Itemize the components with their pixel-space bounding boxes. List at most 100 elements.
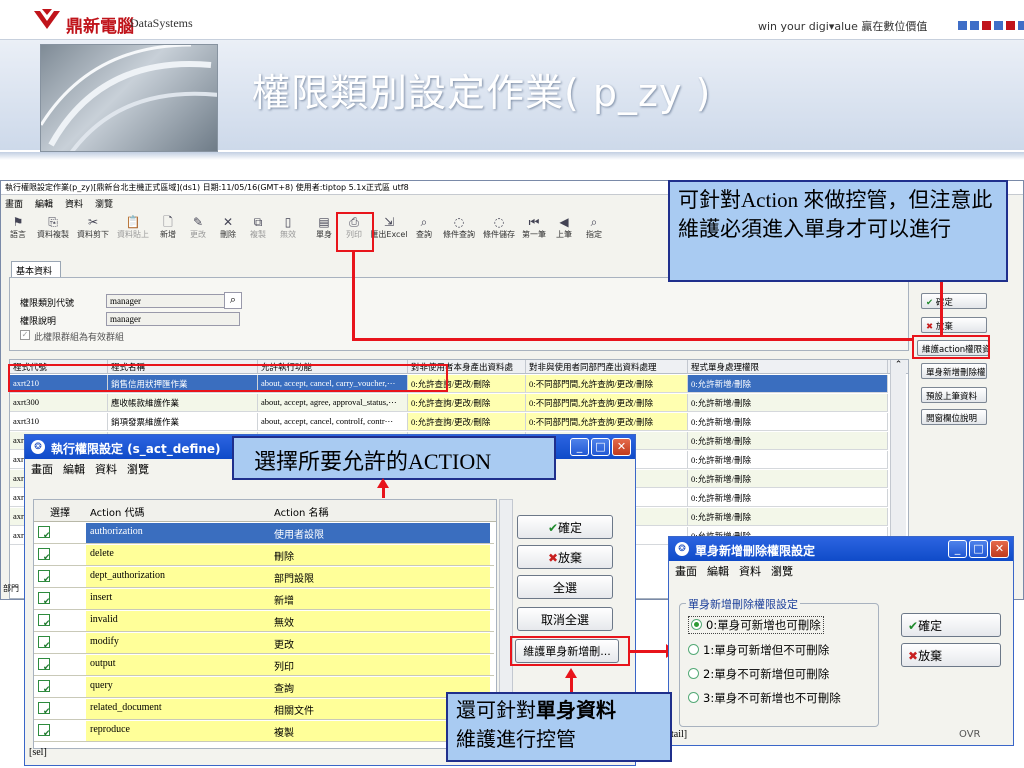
col-action-code[interactable]: Action 代碼	[86, 500, 270, 521]
table-cell[interactable]: 0:不同部門間,允許查詢/更改/刪除	[526, 394, 688, 411]
col-detail-permission[interactable]: 程式單身處理權限	[688, 360, 888, 373]
detail-confirm-button[interactable]: ✔確定	[901, 613, 1001, 637]
list-item[interactable]: ✔ authorization 使用者設限	[34, 523, 494, 544]
toolbar-goto-button[interactable]: ⌕ 指定	[579, 211, 609, 249]
list-item[interactable]: ✔ invalid 無效	[34, 611, 494, 632]
list-item[interactable]: ✔ output 列印	[34, 655, 494, 676]
select-all-button[interactable]: 全選	[517, 575, 613, 599]
minimize-icon[interactable]: _	[948, 540, 967, 558]
select-checkbox[interactable]: ✔	[34, 677, 86, 697]
scroll-up-icon[interactable]: ⌃	[891, 360, 906, 370]
menu-edit[interactable]: 編輯	[63, 461, 85, 476]
select-checkbox[interactable]: ✔	[34, 611, 86, 631]
close-icon[interactable]: ✕	[612, 438, 631, 456]
table-cell[interactable]: 0:允許新增/刪除	[688, 470, 888, 487]
table-cell[interactable]: 0:允許新增/刪除	[688, 413, 888, 430]
col-action-name[interactable]: Action 名稱	[270, 500, 490, 521]
toolbar-detail-button[interactable]: ▤ 單身	[309, 211, 339, 249]
main-cancel-button[interactable]: ✖ 放棄	[921, 317, 987, 333]
minimize-icon[interactable]: _	[570, 438, 589, 456]
table-cell[interactable]: 0:不同部門間,允許查詢/更改/刪除	[526, 413, 688, 430]
col-select[interactable]: 選擇	[34, 500, 86, 521]
toolbar-prev-record-button[interactable]: ◀ 上筆	[549, 211, 579, 249]
list-item[interactable]: ✔ query 查詢	[34, 677, 494, 698]
toolbar-language-button[interactable]: ⚑ 語言	[3, 211, 33, 249]
menu-browse[interactable]: 瀏覽	[127, 461, 149, 476]
table-cell[interactable]: 銷項發票維護作業	[108, 413, 258, 430]
table-cell[interactable]: axrt300	[10, 394, 108, 411]
search-icon[interactable]: ⌕	[224, 292, 242, 309]
preset-previous-record-button[interactable]: 預設上筆資料	[921, 387, 987, 403]
valid-group-checkbox[interactable]: ✓	[20, 330, 30, 340]
toolbar-duplicate-button[interactable]: ⧉ 複製	[243, 211, 273, 249]
table-cell[interactable]: 0:允許查詢/更改/刪除	[408, 413, 526, 430]
toolbar-new-button[interactable]: 🗋 新增	[153, 211, 183, 249]
detail-add-delete-permission-button[interactable]: 單身新增刪除權	[921, 363, 987, 379]
toolbar-copy-data-button[interactable]: ⎘ 資料複製	[33, 211, 73, 249]
menu-screen[interactable]: 畫面	[5, 197, 23, 210]
select-checkbox[interactable]: ✔	[34, 523, 86, 543]
option-3[interactable]: 3:單身不可新增也不可刪除	[688, 690, 841, 706]
table-row[interactable]: axrt300 應收帳款維護作業 about, accept, agree, app…	[10, 394, 888, 412]
table-cell[interactable]: 0:允許新增/刪除	[688, 489, 888, 506]
menu-screen[interactable]: 畫面	[31, 461, 53, 476]
detail-cancel-button[interactable]: ✖放棄	[901, 643, 1001, 667]
field-help-button[interactable]: 開窗欄位說明	[921, 409, 987, 425]
table-cell[interactable]: about, accept, cancel, controlf, contr⋯	[258, 413, 408, 430]
table-cell[interactable]: 0:允許新增/刪除	[688, 375, 888, 392]
table-cell[interactable]: 0:允許查詢/更改/刪除	[408, 394, 526, 411]
toolbar-filter-query-button[interactable]: ◌ 條件查詢	[439, 211, 479, 249]
maximize-icon[interactable]: □	[591, 438, 610, 456]
table-cell[interactable]: about, accept, agree, approval_status,⋯	[258, 394, 408, 411]
option-2[interactable]: 2:單身不可新增但可刪除	[688, 666, 829, 682]
action-confirm-button[interactable]: ✔確定	[517, 515, 613, 539]
col-non-dept-data[interactable]: 對非與使用者同部門產出資料處理	[526, 360, 688, 373]
tab-basic-data[interactable]: 基本資料	[11, 261, 61, 277]
description-input[interactable]: manager	[106, 312, 240, 326]
menu-data[interactable]: 資料	[739, 563, 761, 578]
toolbar-save-filter-button[interactable]: ◌ 條件儲存	[479, 211, 519, 249]
toolbar-query-button[interactable]: ⌕ 查詢	[409, 211, 439, 249]
select-checkbox[interactable]: ✔	[34, 545, 86, 565]
table-cell[interactable]: axrt310	[10, 413, 108, 430]
toolbar-invalid-button[interactable]: ▯ 無效	[273, 211, 303, 249]
table-cell[interactable]: 0:允許新增/刪除	[688, 451, 888, 468]
select-checkbox[interactable]: ✔	[34, 633, 86, 653]
table-cell[interactable]: 0:允許新增/刪除	[688, 508, 888, 525]
action-cancel-button[interactable]: ✖放棄	[517, 545, 613, 569]
menu-data[interactable]: 資料	[65, 197, 83, 210]
list-item[interactable]: ✔ related_document 相關文件	[34, 699, 494, 720]
menu-screen[interactable]: 畫面	[675, 563, 697, 578]
menu-edit[interactable]: 編輯	[35, 197, 53, 210]
select-checkbox[interactable]: ✔	[34, 721, 86, 741]
option-1[interactable]: 1:單身可新增但不可刪除	[688, 642, 829, 658]
toolbar-modify-button[interactable]: ✎ 更改	[183, 211, 213, 249]
table-row[interactable]: axrt310 銷項發票維護作業 about, accept, cancel, co…	[10, 413, 888, 431]
select-checkbox[interactable]: ✔	[34, 589, 86, 609]
option-0[interactable]: 0:單身可新增也可刪除	[688, 616, 824, 634]
toolbar-cut-data-button[interactable]: ✂ 資料剪下	[73, 211, 113, 249]
toolbar-delete-button[interactable]: ✕ 刪除	[213, 211, 243, 249]
select-checkbox[interactable]: ✔	[34, 699, 86, 719]
toolbar-export-excel-button[interactable]: ⇲ 匯出Excel	[369, 211, 409, 249]
toolbar-paste-data-button[interactable]: 📋 資料貼上	[113, 211, 153, 249]
category-code-input[interactable]: manager	[106, 294, 226, 308]
select-checkbox[interactable]: ✔	[34, 567, 86, 587]
list-item[interactable]: ✔ delete 刪除	[34, 545, 494, 566]
table-cell[interactable]: 0:允許新增/刪除	[688, 432, 888, 449]
toolbar-first-record-button[interactable]: ⏮ 第一筆	[519, 211, 549, 249]
menu-browse[interactable]: 瀏覽	[95, 197, 113, 210]
maximize-icon[interactable]: □	[969, 540, 988, 558]
deselect-all-button[interactable]: 取消全選	[517, 607, 613, 631]
close-icon[interactable]: ✕	[990, 540, 1009, 558]
menu-data[interactable]: 資料	[95, 461, 117, 476]
main-confirm-button[interactable]: ✔ 確定	[921, 293, 987, 309]
table-cell[interactable]: 0:不同部門間,允許查詢/更改/刪除	[526, 375, 688, 392]
list-item[interactable]: ✔ modify 更改	[34, 633, 494, 654]
list-item[interactable]: ✔ insert 新增	[34, 589, 494, 610]
menu-browse[interactable]: 瀏覽	[771, 563, 793, 578]
list-item[interactable]: ✔ dept_authorization 部門設限	[34, 567, 494, 588]
table-cell[interactable]: 0:允許新增/刪除	[688, 394, 888, 411]
select-checkbox[interactable]: ✔	[34, 655, 86, 675]
table-cell[interactable]: 應收帳款維護作業	[108, 394, 258, 411]
